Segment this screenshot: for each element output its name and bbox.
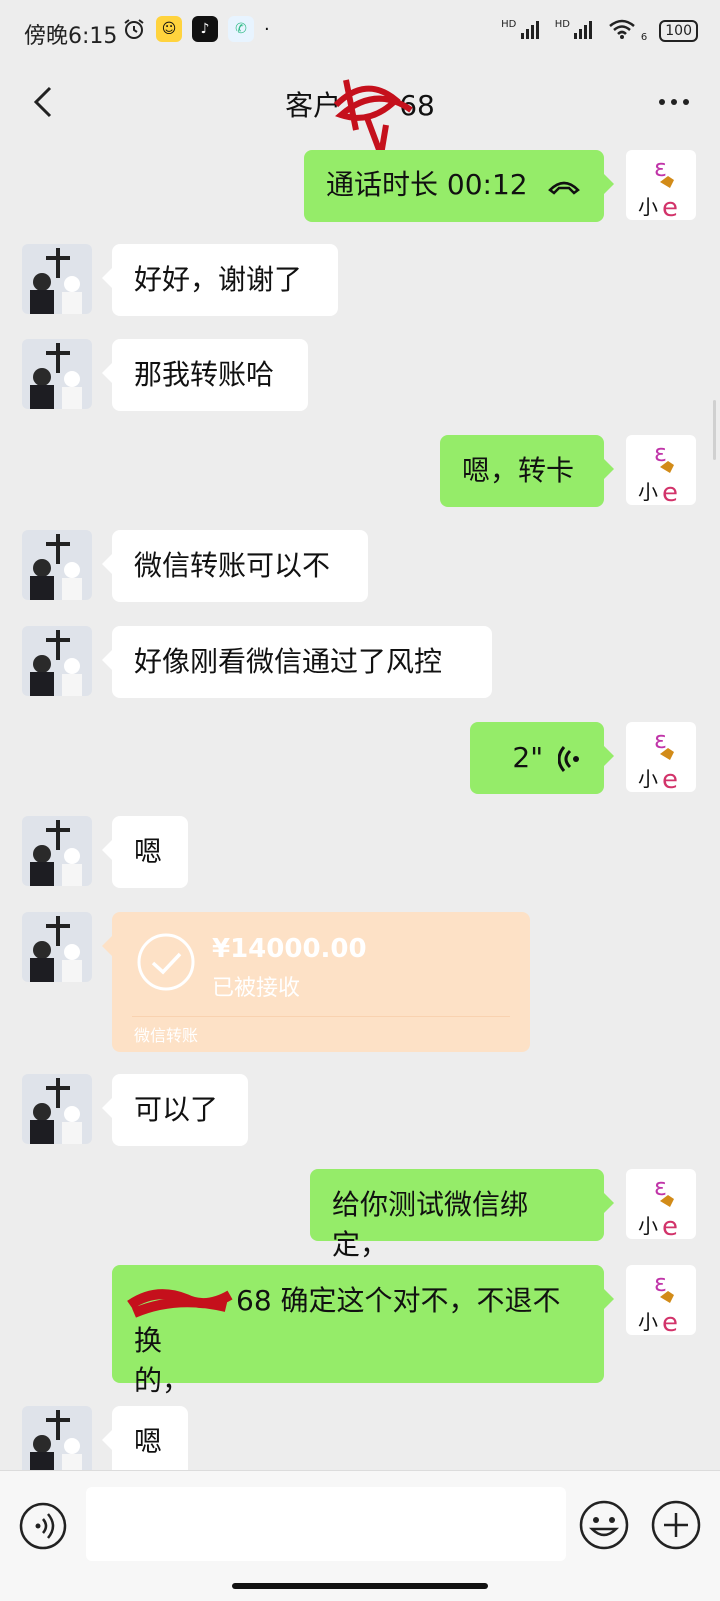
svg-text:ɛ: ɛ xyxy=(654,1269,667,1297)
svg-text:小: 小 xyxy=(638,767,658,791)
svg-text:ɛ: ɛ xyxy=(654,439,667,467)
message-text: 微信转账可以不 xyxy=(134,549,331,582)
home-indicator[interactable] xyxy=(232,1583,488,1589)
wifi-icon: 6 xyxy=(608,18,647,44)
message-bubble-in[interactable]: 好像刚看微信通过了风控 xyxy=(102,626,492,698)
transfer-status: 已被接收 xyxy=(212,976,301,1001)
transfer-label: 微信转账 xyxy=(134,1026,199,1045)
phone-hangup-icon xyxy=(547,181,580,195)
message-text-line-1: 68 确定这个对不，不退不换 xyxy=(127,1281,582,1361)
signal-icon-2: HD xyxy=(555,19,597,43)
svg-text:ɛ: ɛ xyxy=(654,154,667,182)
contact-avatar[interactable] xyxy=(22,1074,92,1144)
message-text: 嗯 xyxy=(134,835,163,868)
check-circle-icon xyxy=(137,933,195,991)
alarm-icon xyxy=(124,19,144,39)
chat-input-bar xyxy=(0,1470,720,1601)
more-options-button[interactable] xyxy=(654,82,694,122)
message-bubble-in[interactable]: 微信转账可以不 xyxy=(102,530,368,602)
redaction-scribble xyxy=(127,1289,233,1318)
status-bar: 傍晚6:15 ☺ ♪ ✆ · HD HD 6 100 xyxy=(0,0,720,64)
transfer-amount: ¥14000.00 xyxy=(212,934,367,964)
svg-text:小: 小 xyxy=(638,1214,658,1238)
app-notification-icon: ☺ xyxy=(156,16,182,42)
plus-icon[interactable] xyxy=(650,1499,702,1551)
message-bubble-in[interactable]: 可以了 xyxy=(102,1074,248,1146)
svg-text:e: e xyxy=(662,193,678,220)
more-notifications-dot: · xyxy=(264,18,270,40)
message-text-line-2: 的， xyxy=(134,1364,191,1397)
message-bubble-in[interactable]: 好好，谢谢了 xyxy=(102,244,338,316)
message-bubble-in[interactable]: 嗯 xyxy=(102,816,188,888)
message-text: 好好，谢谢了 xyxy=(134,263,303,296)
voice-message-bubble[interactable]: 2" xyxy=(470,722,614,794)
scrollbar-thumb[interactable] xyxy=(713,400,716,460)
voice-duration: 2" xyxy=(512,741,544,774)
redaction-scribble xyxy=(333,79,413,160)
my-avatar[interactable]: ɛ小e xyxy=(626,1265,696,1335)
message-text: 好像刚看微信通过了风控 xyxy=(134,645,443,678)
contact-avatar[interactable] xyxy=(22,530,92,600)
contact-avatar[interactable] xyxy=(22,912,92,982)
status-time: 傍晚6:15 xyxy=(24,24,118,49)
my-avatar[interactable]: ɛ小e xyxy=(626,435,696,505)
contact-avatar[interactable] xyxy=(22,1406,92,1476)
svg-text:小: 小 xyxy=(638,1310,658,1334)
message-bubble-out[interactable]: 给你测试微信绑定， xyxy=(310,1169,614,1261)
message-text: 那我转账哈 xyxy=(134,358,275,391)
contact-avatar[interactable] xyxy=(22,339,92,409)
message-text: 给你测试微信绑定， xyxy=(332,1188,529,1261)
svg-text:e: e xyxy=(662,1212,678,1239)
tiktok-icon: ♪ xyxy=(192,16,218,42)
my-avatar[interactable]: ɛ小e xyxy=(626,150,696,220)
message-text: 通话时长 00:12 xyxy=(326,168,528,201)
status-notification-icons: ☺ ♪ ✆ · xyxy=(122,16,270,42)
message-text: 嗯 xyxy=(134,1425,163,1458)
contact-avatar[interactable] xyxy=(22,816,92,886)
contact-avatar[interactable] xyxy=(22,626,92,696)
phone-app-icon: ✆ xyxy=(228,16,254,42)
svg-text:e: e xyxy=(662,478,678,505)
contact-avatar[interactable] xyxy=(22,244,92,314)
svg-text:小: 小 xyxy=(638,480,658,504)
emoji-icon[interactable] xyxy=(578,1499,630,1551)
svg-text:ɛ: ɛ xyxy=(654,1173,667,1201)
status-right-icons: HD HD 6 100 xyxy=(501,18,698,44)
my-avatar[interactable]: ɛ小e xyxy=(626,1169,696,1239)
message-bubble-in[interactable]: 嗯 xyxy=(102,1406,188,1478)
svg-text:ɛ: ɛ xyxy=(654,726,667,754)
message-input[interactable] xyxy=(86,1487,566,1561)
voice-wave-icon xyxy=(557,746,579,772)
message-bubble-out[interactable]: 嗯，转卡 xyxy=(440,435,614,507)
svg-text:e: e xyxy=(662,765,678,792)
battery-indicator: 100 xyxy=(659,20,698,42)
message-text: 嗯，转卡 xyxy=(462,454,575,487)
message-bubble-in[interactable]: 那我转账哈 xyxy=(102,339,308,411)
voice-input-icon[interactable] xyxy=(18,1501,68,1551)
transfer-message-card[interactable]: ¥14000.00 已被接收 微信转账 xyxy=(102,912,530,1052)
svg-text:小: 小 xyxy=(638,195,658,219)
message-bubble-out[interactable]: 68 确定这个对不，不退不换 的， xyxy=(112,1265,614,1397)
transfer-divider xyxy=(132,1016,510,1017)
signal-icon: HD xyxy=(501,19,543,43)
message-bubble-out[interactable]: 通话时长 00:12 xyxy=(304,150,614,222)
my-avatar[interactable]: ɛ小e xyxy=(626,722,696,792)
message-text: 可以了 xyxy=(134,1093,219,1126)
svg-text:e: e xyxy=(662,1308,678,1335)
